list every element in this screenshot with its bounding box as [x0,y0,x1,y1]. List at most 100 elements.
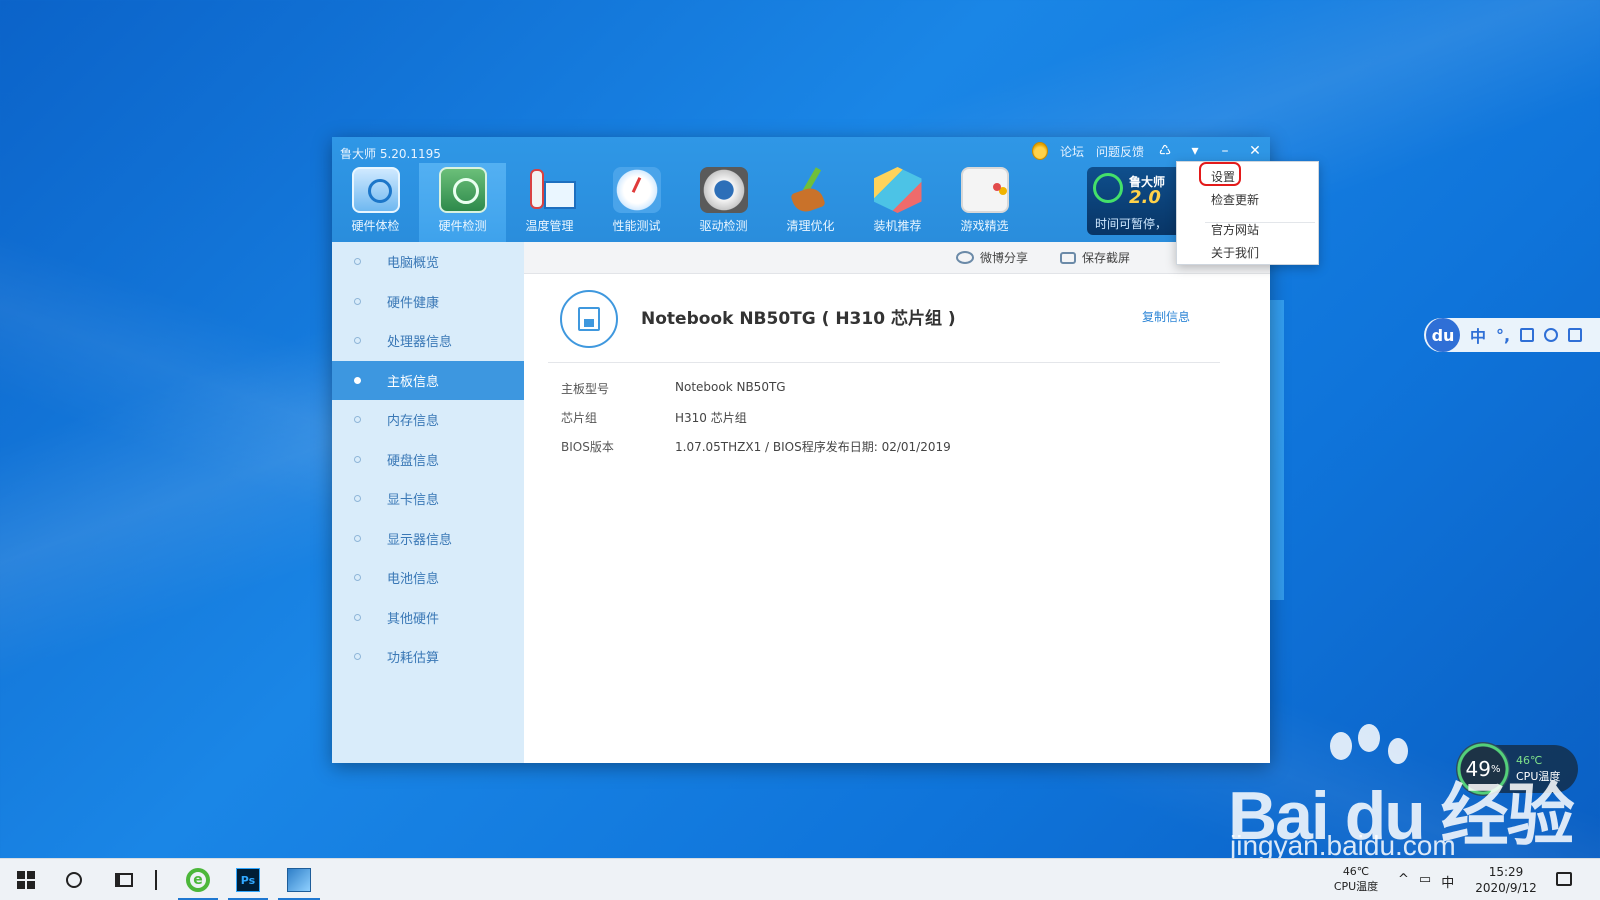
taskbar-ie[interactable]: e [174,859,222,900]
bullet-icon [354,574,361,582]
menu-dropdown-icon[interactable]: ▾ [1186,143,1204,159]
tool-label: 游戏精选 [960,219,1009,233]
taskbar-photoshop[interactable]: Ps [224,859,272,900]
tool-label: 驱动检测 [699,219,748,233]
ime-indicator-icon[interactable]: 中 [1441,872,1454,891]
tool-games[interactable]: 游戏精选 [941,163,1028,242]
bullet-icon [354,613,361,621]
tool-driver[interactable]: 驱动检测 [680,163,767,242]
tool-hardware-detect[interactable]: 硬件检测 [419,163,506,242]
sidebar-item-power[interactable]: 功耗估算 [332,637,524,677]
bullet-icon [354,495,361,503]
info-key: 主板型号 [561,382,610,396]
tool-performance[interactable]: 性能测试 [593,163,680,242]
menu-item-check-update[interactable]: 检查更新 [1211,191,1259,208]
tray-cpu-temp[interactable]: 46℃ CPU温度 [1324,864,1388,894]
start-button[interactable] [8,859,44,900]
taskbar-ludashi[interactable] [274,859,324,900]
windows-icon [17,871,35,889]
ime-mode-toggle[interactable]: 中 [1470,323,1486,347]
sidebar-item-motherboard[interactable]: 主板信息 [332,360,524,400]
close-button[interactable]: ✕ [1246,143,1264,159]
title-links: 论坛 问题反馈 ♺ ▾ – ✕ [1031,142,1264,160]
bullet-icon [354,416,361,424]
sidebar-item-battery[interactable]: 电池信息 [332,558,524,598]
baidu-ime-logo[interactable]: du [1426,318,1460,352]
tool-label: 温度管理 [525,219,574,233]
main-panel: 微博分享 保存截屏 Notebook NB50TG ( H310 芯片组 ) 复… [524,242,1270,763]
speed-gauge-icon [612,167,661,213]
minimize-button[interactable]: – [1216,143,1234,159]
sidebar-item-label: 电脑概览 [387,256,440,272]
forum-link[interactable]: 论坛 [1060,143,1084,160]
sidebar-item-gpu[interactable]: 显卡信息 [332,479,524,519]
sidebar-item-other[interactable]: 其他硬件 [332,598,524,638]
copy-info-link[interactable]: 复制信息 [1142,308,1190,325]
action-bar: 微博分享 保存截屏 [524,242,1270,274]
weibo-share-label: 微博分享 [980,251,1029,265]
sidebar-item-label: 显示器信息 [387,532,453,548]
save-screenshot-button[interactable]: 保存截屏 [1060,249,1130,266]
tray-temp-value: 46℃ [1342,865,1370,878]
menu-item-official-site[interactable]: 官方网站 [1211,221,1259,238]
sidebar-item-memory[interactable]: 内存信息 [332,400,524,440]
keyboard-icon[interactable] [1520,328,1535,342]
system-tray: ^ ▭ 中 [1398,872,1454,891]
cube-icon [873,167,922,213]
network-icon[interactable]: ▭ [1419,872,1431,891]
feedback-link[interactable]: 问题反馈 [1096,143,1144,160]
bullet-icon [354,376,361,384]
bullet-icon [354,455,361,463]
broom-icon [787,167,835,213]
grid-icon[interactable] [1568,328,1583,342]
info-key: BIOS版本 [561,440,614,454]
tool-label: 硬件体检 [351,219,400,233]
menu-item-about[interactable]: 关于我们 [1211,244,1259,261]
baidu-paw-icon [1358,724,1380,752]
tool-hardware-checkup[interactable]: 硬件体检 [332,163,419,242]
bullet-icon [354,337,361,345]
tool-label: 硬件检测 [438,219,487,233]
monitor-check-icon [351,167,400,213]
search-button[interactable] [56,859,92,900]
tool-cleanup[interactable]: 清理优化 [767,163,854,242]
punctuation-icon[interactable]: °, [1496,326,1510,345]
info-value: Notebook NB50TG [675,380,786,394]
gear-icon [699,167,748,213]
motherboard-icon [438,167,487,213]
gamepad-icon [960,167,1009,213]
save-screenshot-label: 保存截屏 [1082,251,1131,265]
chevron-up-icon[interactable]: ^ [1398,872,1409,891]
task-view-button[interactable] [106,859,142,900]
promo-banner[interactable]: 鲁大师 2.0 时间可暂停， [1087,167,1187,235]
skin-icon[interactable]: ♺ [1156,143,1174,159]
ie-browser-icon: e [186,868,210,892]
ludashi-app-icon [287,868,311,892]
medal-icon[interactable] [1031,142,1048,160]
thermometer-icon [526,167,576,213]
sidebar-item-disk[interactable]: 硬盘信息 [332,440,524,480]
info-value: H310 芯片组 [675,411,747,425]
motherboard-badge-icon [560,290,618,348]
sidebar-item-cpu[interactable]: 处理器信息 [332,321,524,361]
task-view-icon [115,873,133,887]
user-icon[interactable] [1544,328,1559,342]
weibo-share-button[interactable]: 微博分享 [956,249,1028,266]
sidebar-item-label: 电池信息 [387,572,440,588]
tool-build-recommend[interactable]: 装机推荐 [854,163,941,242]
notification-center-icon[interactable] [1556,872,1572,886]
sidebar-item-overview[interactable]: 电脑概览 [332,242,524,282]
bullet-icon [354,534,361,542]
tray-clock[interactable]: 15:29 2020/9/12 [1466,864,1546,896]
sidebar-item-label: 显卡信息 [387,493,440,509]
sidebar-item-health[interactable]: 硬件健康 [332,282,524,322]
divider [548,362,1220,363]
sidebar-item-monitor[interactable]: 显示器信息 [332,519,524,559]
menu-item-settings[interactable]: 设置 [1211,168,1235,185]
sidebar-item-label: 主板信息 [387,374,440,390]
clock-time: 15:29 [1488,865,1524,879]
tool-label: 性能测试 [612,219,661,233]
title-bar: 鲁大师 5.20.1195 论坛 问题反馈 ♺ ▾ – ✕ 硬件体检 硬件检测 … [332,137,1270,242]
tool-temperature[interactable]: 温度管理 [506,163,593,242]
main-toolbar: 硬件体检 硬件检测 温度管理 性能测试 驱动检测 清理优化 装机推荐 游戏精选 [332,163,1028,242]
